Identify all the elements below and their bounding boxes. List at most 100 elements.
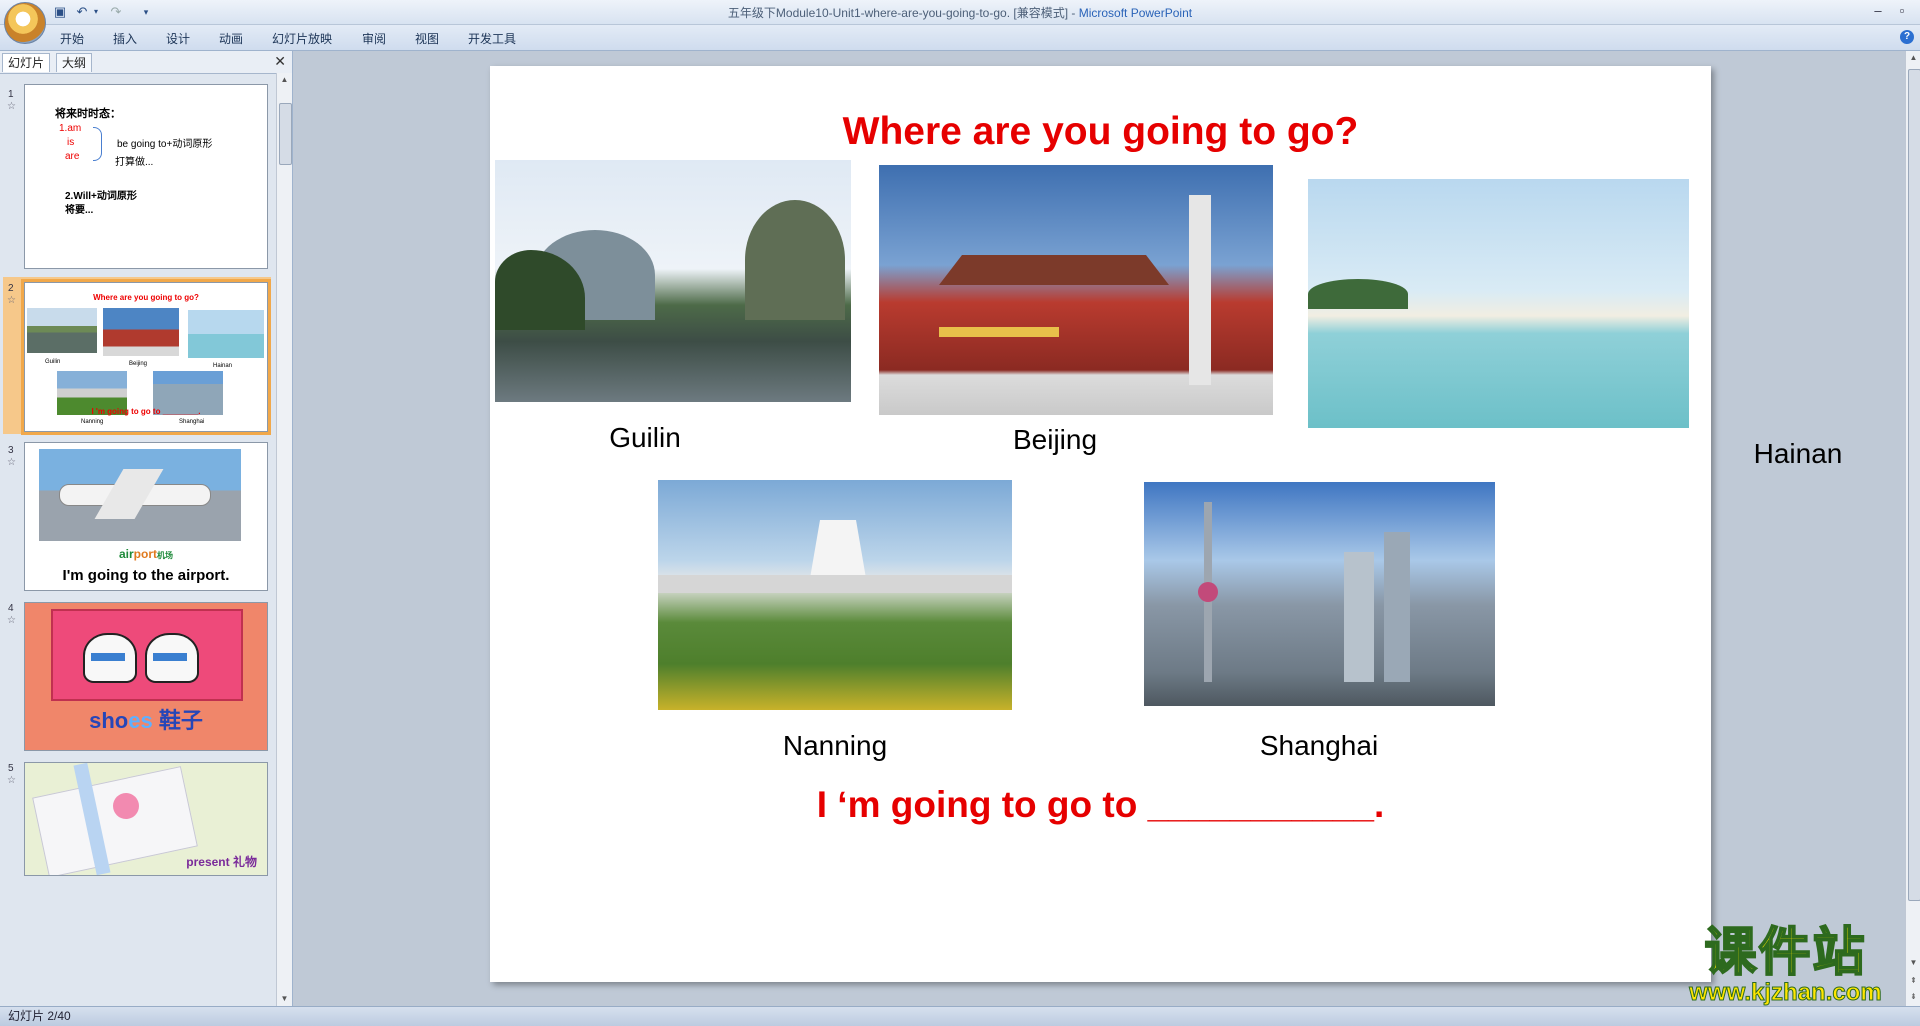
thumb-city-label: Hainan <box>213 363 233 369</box>
city-label-shanghai[interactable]: Shanghai <box>1244 730 1394 762</box>
slide-canvas[interactable]: Where are you going to go? Guilin Beijin… <box>490 66 1842 982</box>
tab-animations[interactable]: 动画 <box>219 30 243 47</box>
beijing-photo[interactable] <box>879 165 1273 415</box>
document-title: 五年级下Module10-Unit1-where-are-you-going-t… <box>727 6 1079 20</box>
restore-icon[interactable]: ▫ <box>1890 2 1914 20</box>
thumb-word: airport机场 <box>25 547 267 561</box>
panel-tabs: 幻灯片 大纲 ✕ <box>0 51 292 74</box>
thumb-city-label: Beijing <box>129 361 148 367</box>
thumb-airport-image <box>39 449 241 541</box>
thumb-title: Where are you going to go? <box>93 293 199 302</box>
thumb-word-part: port <box>133 547 157 561</box>
close-icon[interactable]: ✕ <box>274 53 286 70</box>
sentence-prefix: I ‘m going to go to <box>816 784 1148 825</box>
thumb-city-label: Shanghai <box>179 419 205 425</box>
help-icon[interactable]: ? <box>1900 30 1914 44</box>
hainan-photo[interactable] <box>1308 179 1689 428</box>
watermark-cn: 课件站 <box>1703 923 1867 983</box>
slide-thumbnail-1[interactable]: 将来时时态： 1.am is are be going to+动词原形 打算做.… <box>24 84 268 269</box>
window-title: 五年级下Module10-Unit1-where-are-you-going-t… <box>0 4 1920 21</box>
slide-thumbnail-3[interactable]: airport机场 I'm going to the airport. <box>24 442 268 591</box>
sentence-blank: ___________ <box>1147 784 1374 825</box>
scroll-up-icon[interactable]: ▲ <box>277 73 292 87</box>
tab-slides[interactable]: 幻灯片 <box>2 53 51 72</box>
thumb-bottom-text: I 'm going to go to ________. <box>91 407 201 416</box>
brace-icon <box>93 127 102 161</box>
thumb-am: 1.am <box>59 123 82 134</box>
thumb-word: shoes 鞋子 <box>25 703 267 735</box>
city-label-hainan[interactable]: Hainan <box>1723 438 1873 470</box>
tab-slideshow[interactable]: 幻灯片放映 <box>272 30 332 47</box>
thumb-plan: 打算做... <box>115 157 154 168</box>
guilin-photo[interactable] <box>495 160 851 402</box>
slide-thumbnail-2[interactable]: Where are you going to go? Guilin Beijin… <box>21 279 271 435</box>
slide-number: 3 <box>8 445 14 456</box>
thumb-guilin-image <box>27 308 97 353</box>
watermark-url: www.kjzhan.com <box>1689 979 1882 1006</box>
title-bar: ▣ ↶ ▾ ↷ ▾ 五年级下Module10-Unit1-where-are-y… <box>0 0 1920 25</box>
office-button[interactable] <box>4 2 46 44</box>
tab-developer[interactable]: 开发工具 <box>468 30 516 47</box>
animation-star-icon: ☆ <box>7 295 16 306</box>
thumb-be-going-to: be going to+动词原形 <box>117 139 213 150</box>
animation-star-icon: ☆ <box>7 457 16 468</box>
tab-design[interactable]: 设计 <box>166 30 190 47</box>
fill-in-sentence[interactable]: I ‘m going to go to ___________. <box>490 784 1711 826</box>
city-label-guilin[interactable]: Guilin <box>570 422 720 454</box>
slide-thumbnail-panel: 幻灯片 大纲 ✕ 1 ☆ 将来时时态： 1.am is are be going… <box>0 51 293 1006</box>
ribbon-tabs: 开始 插入 设计 动画 幻灯片放映 审阅 视图 开发工具 ? <box>0 25 1920 51</box>
tab-outline[interactable]: 大纲 <box>56 53 93 72</box>
thumb-word-part: sho <box>89 708 129 733</box>
thumb-heading: 将来时时态： <box>55 108 121 120</box>
slide-number: 2 <box>8 283 14 294</box>
animation-star-icon: ☆ <box>7 101 16 112</box>
thumb-word-cn: 机场 <box>157 551 173 560</box>
sentence-suffix: . <box>1373 784 1385 825</box>
thumb-will2: 将要... <box>65 205 94 216</box>
thumb-sentence: I'm going to the airport. <box>62 567 230 584</box>
scroll-thumb[interactable] <box>279 103 292 165</box>
tab-insert[interactable]: 插入 <box>113 30 137 47</box>
app-name: Microsoft PowerPoint <box>1078 6 1193 20</box>
prev-slide-icon[interactable]: ⇞ <box>1906 974 1920 988</box>
thumb-are: are <box>65 151 80 162</box>
thumb-word-cn: 礼物 <box>232 855 257 869</box>
thumb-word-part: present <box>186 855 230 869</box>
shanghai-photo[interactable] <box>1144 482 1495 706</box>
scroll-thumb[interactable] <box>1908 69 1920 901</box>
scroll-up-icon[interactable]: ▲ <box>1906 51 1920 65</box>
minimize-icon[interactable]: – <box>1866 2 1890 20</box>
tab-view[interactable]: 视图 <box>415 30 439 47</box>
tab-home[interactable]: 开始 <box>60 30 84 47</box>
slide-number: 4 <box>8 603 14 614</box>
slide-thumbnail-5[interactable]: present 礼物 <box>24 762 268 876</box>
thumb-shoes-image <box>51 609 243 701</box>
panel-scrollbar[interactable]: ▲ ▼ <box>276 73 292 1006</box>
city-label-beijing[interactable]: Beijing <box>980 424 1130 456</box>
slide-thumbnail-4[interactable]: shoes 鞋子 <box>24 602 268 751</box>
tab-review[interactable]: 审阅 <box>362 30 386 47</box>
slide-number: 1 <box>8 89 14 100</box>
scroll-down-icon[interactable]: ▼ <box>1906 956 1920 970</box>
thumb-city-label: Guilin <box>45 359 61 365</box>
next-slide-icon[interactable]: ⇟ <box>1906 990 1920 1004</box>
slide-counter: 幻灯片 2/40 <box>8 1009 71 1023</box>
animation-star-icon: ☆ <box>7 615 16 626</box>
main-scrollbar[interactable]: ▲ ▼ ⇞ ⇟ <box>1905 51 1920 1006</box>
thumb-city-label: Nanning <box>81 419 104 425</box>
watermark-logo: 课件站 www.kjzhan.com <box>1668 923 1903 1007</box>
slide-title[interactable]: Where are you going to go? <box>490 110 1711 154</box>
nanning-photo[interactable] <box>658 480 1012 710</box>
thumb-word-part: es <box>128 708 153 733</box>
thumb-word: present 礼物 <box>25 853 267 870</box>
thumb-beijing-image <box>103 308 179 356</box>
animation-star-icon: ☆ <box>7 775 16 786</box>
city-label-nanning[interactable]: Nanning <box>760 730 910 762</box>
thumb-word-cn: 鞋子 <box>158 708 203 733</box>
thumb-will: 2.Will+动词原形 <box>65 191 137 202</box>
slide-number: 5 <box>8 763 14 774</box>
scroll-down-icon[interactable]: ▼ <box>277 992 292 1006</box>
thumb-hainan-image <box>188 310 264 358</box>
thumb-word-part: air <box>118 547 134 561</box>
status-bar: 幻灯片 2/40 <box>0 1006 1920 1026</box>
